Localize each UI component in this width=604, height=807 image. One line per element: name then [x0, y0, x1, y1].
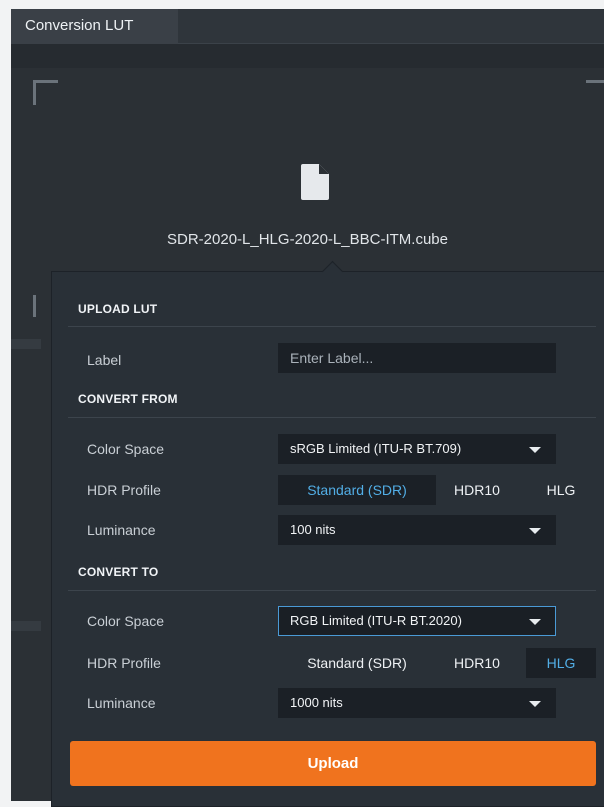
file-icon [301, 164, 329, 200]
section-divider [68, 417, 596, 418]
label-input[interactable] [278, 343, 556, 373]
from-luminance-value: 100 nits [290, 522, 336, 537]
app-window: Conversion LUT SDR-2020-L_HLG-2020-L_BBC… [11, 9, 604, 807]
tab-strip [11, 44, 604, 68]
from-luminance-select[interactable]: 100 nits [278, 515, 556, 545]
from-hdr-option-hlg[interactable]: HLG [526, 475, 596, 505]
label-field-label: Label [87, 352, 122, 368]
to-color-space-label: Color Space [87, 613, 165, 629]
from-luminance-label: Luminance [87, 522, 156, 538]
chevron-down-icon [529, 528, 541, 534]
from-color-space-select[interactable]: sRGB Limited (ITU-R BT.709) [278, 434, 556, 464]
to-luminance-select[interactable]: 1000 nits [278, 688, 556, 718]
to-luminance-value: 1000 nits [290, 695, 343, 710]
chevron-down-icon [529, 447, 541, 453]
from-hdr-profile-toggle: Standard (SDR) HDR10 HLG [278, 475, 598, 505]
to-color-space-select[interactable]: RGB Limited (ITU-R BT.2020) [278, 606, 556, 636]
background-divider [11, 621, 41, 631]
convert-from-heading: CONVERT FROM [78, 392, 178, 406]
from-hdr-profile-label: HDR Profile [87, 482, 161, 498]
dropzone-corner-top-left [33, 80, 58, 105]
tab-conversion-lut[interactable]: Conversion LUT [11, 9, 178, 44]
convert-to-heading: CONVERT TO [78, 565, 159, 579]
upload-button[interactable]: Upload [70, 741, 596, 786]
to-hdr-profile-label: HDR Profile [87, 655, 161, 671]
section-divider [68, 326, 596, 327]
upload-lut-heading: UPLOAD LUT [78, 302, 158, 316]
to-hdr-option-hdr10[interactable]: HDR10 [441, 648, 513, 678]
to-color-space-value: RGB Limited (ITU-R BT.2020) [290, 613, 462, 628]
to-hdr-option-sdr[interactable]: Standard (SDR) [278, 648, 436, 678]
dropzone-corner-top-right [586, 80, 604, 105]
uploaded-file-name: SDR-2020-L_HLG-2020-L_BBC-ITM.cube [167, 231, 448, 248]
tab-bar: Conversion LUT [11, 9, 604, 44]
upload-lut-panel: UPLOAD LUT Label CONVERT FROM Color Spac… [51, 260, 604, 807]
to-luminance-label: Luminance [87, 695, 156, 711]
from-hdr-option-hdr10[interactable]: HDR10 [441, 475, 513, 505]
background-divider [11, 339, 41, 349]
from-color-space-label: Color Space [87, 441, 165, 457]
to-hdr-option-hlg[interactable]: HLG [526, 648, 596, 678]
to-hdr-profile-toggle: Standard (SDR) HDR10 HLG [278, 648, 598, 678]
chevron-down-icon [529, 619, 541, 625]
section-divider [68, 590, 596, 591]
chevron-down-icon [529, 701, 541, 707]
from-color-space-value: sRGB Limited (ITU-R BT.709) [290, 441, 462, 456]
from-hdr-option-sdr[interactable]: Standard (SDR) [278, 475, 436, 505]
